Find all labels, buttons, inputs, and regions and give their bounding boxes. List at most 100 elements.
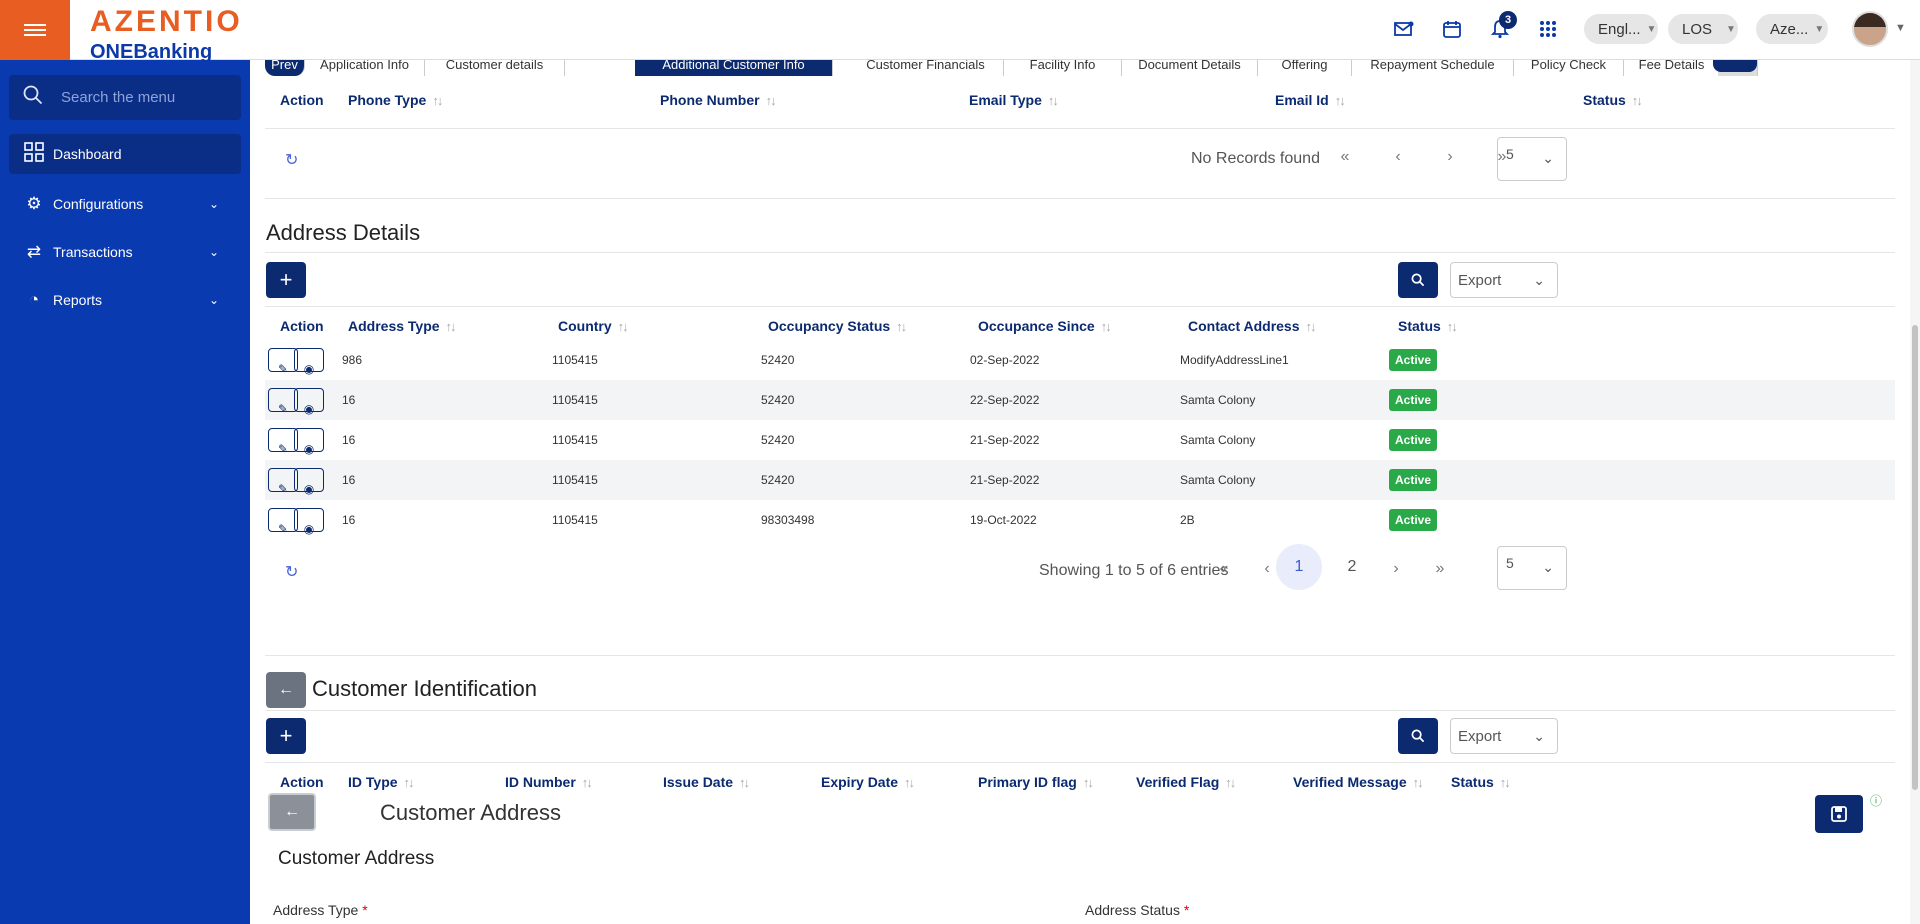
col-issue-date[interactable]: Issue Date ↑↓	[663, 774, 750, 790]
first-page-icon[interactable]: «	[1209, 560, 1239, 578]
tab-repayment-schedule[interactable]: Repayment Schedule	[1352, 60, 1514, 76]
identification-export-dropdown[interactable]: Export ⌄	[1450, 718, 1558, 754]
col-verified-flag[interactable]: Verified Flag ↑↓	[1136, 774, 1236, 790]
view-button[interactable]: ◉	[294, 468, 324, 496]
view-button[interactable]: ◉	[294, 428, 324, 456]
col-email-id[interactable]: Email Id ↑↓	[1275, 92, 1346, 108]
profile-chevron-icon[interactable]: ▼	[1895, 22, 1906, 34]
chevron-down-icon: ⌄	[208, 197, 219, 211]
entity-dropdown[interactable]: Aze... ▼	[1756, 14, 1828, 44]
panel-back-button[interactable]: ←	[268, 793, 316, 831]
col-email-type[interactable]: Email Type ↑↓	[969, 92, 1059, 108]
table-row: ✎ ◉ 16 1105415 52420 21-Sep-2022 Samta C…	[265, 420, 1895, 460]
sort-icon[interactable]: ↑↓	[766, 93, 777, 108]
refresh-icon[interactable]: ↻	[285, 150, 298, 170]
customer-address-section-title: Customer Address	[278, 848, 435, 869]
sort-icon[interactable]: ↑↓	[1225, 775, 1236, 790]
top-action-button[interactable]	[1713, 60, 1757, 72]
page-1-button[interactable]: 1	[1276, 544, 1322, 590]
view-button[interactable]: ◉	[294, 508, 324, 536]
sidebar-item-transactions[interactable]: ⇄ Transactions ⌄	[9, 232, 241, 272]
tab-application-info[interactable]: Application Info	[305, 60, 425, 76]
page-2-button[interactable]: 2	[1329, 544, 1375, 590]
arrow-left-icon: ←	[284, 803, 300, 820]
save-button[interactable]	[1815, 795, 1863, 833]
sort-icon[interactable]: ↑↓	[1083, 775, 1094, 790]
sort-icon[interactable]: ↑↓	[1335, 93, 1346, 108]
col-occupancy-status[interactable]: Occupancy Status ↑↓	[768, 318, 907, 334]
cell-address-type: 16	[342, 393, 356, 407]
refresh-icon[interactable]: ↻	[285, 562, 298, 582]
sort-icon[interactable]: ↑↓	[1447, 319, 1458, 334]
next-page-icon[interactable]: ›	[1381, 560, 1411, 578]
showing-entries-text: Showing 1 to 5 of 6 entries	[1039, 562, 1229, 579]
tab-document-details[interactable]: Document Details	[1122, 60, 1258, 76]
view-button[interactable]: ◉	[294, 348, 324, 376]
sort-icon[interactable]: ↑↓	[446, 319, 457, 334]
col-phone-type[interactable]: Phone Type ↑↓	[348, 92, 443, 108]
back-button[interactable]: ←	[266, 672, 306, 708]
sort-icon[interactable]: ↑↓	[582, 775, 593, 790]
module-dropdown[interactable]: LOS ▼	[1668, 14, 1738, 44]
scrollbar-thumb[interactable]	[1912, 325, 1918, 790]
next-page-icon[interactable]: ›	[1435, 148, 1465, 166]
sort-icon[interactable]: ↑↓	[1413, 775, 1424, 790]
sort-icon[interactable]: ↑↓	[1048, 93, 1059, 108]
prev-page-icon[interactable]: ‹	[1383, 148, 1413, 166]
col-verified-message[interactable]: Verified Message ↑↓	[1293, 774, 1424, 790]
last-page-icon[interactable]: »	[1425, 560, 1455, 578]
identification-search-button[interactable]	[1398, 718, 1438, 754]
calendar-icon[interactable]	[1437, 14, 1467, 44]
col-id-type[interactable]: ID Type ↑↓	[348, 774, 415, 790]
user-avatar[interactable]	[1852, 11, 1888, 47]
col-id-number[interactable]: ID Number ↑↓	[505, 774, 593, 790]
tab-customer-details[interactable]: Customer details	[425, 60, 565, 76]
col-contact-address[interactable]: Contact Address ↑↓	[1188, 318, 1317, 334]
sort-icon[interactable]: ↑↓	[404, 775, 415, 790]
tab-policy-check[interactable]: Policy Check	[1514, 60, 1624, 76]
page-size-select[interactable]: 5 ⌄	[1497, 137, 1567, 181]
sort-icon[interactable]: ↑↓	[739, 775, 750, 790]
view-button[interactable]: ◉	[294, 388, 324, 416]
col-address-type[interactable]: Address Type ↑↓	[348, 318, 457, 334]
col-primary-id-flag[interactable]: Primary ID flag ↑↓	[978, 774, 1094, 790]
sort-icon[interactable]: ↑↓	[1101, 319, 1112, 334]
col-phone-number[interactable]: Phone Number ↑↓	[660, 92, 777, 108]
sort-icon[interactable]: ↑↓	[432, 93, 443, 108]
menu-search-input[interactable]: Search the menu	[9, 75, 241, 120]
col-expiry-date[interactable]: Expiry Date ↑↓	[821, 774, 915, 790]
apps-grid-icon[interactable]	[1533, 14, 1563, 44]
sort-icon[interactable]: ↑↓	[904, 775, 915, 790]
address-search-button[interactable]	[1398, 262, 1438, 298]
tab-customer-financials[interactable]: Customer Financials	[848, 60, 1004, 76]
col-occupance-since[interactable]: Occupance Since ↑↓	[978, 318, 1112, 334]
address-export-dropdown[interactable]: Export ⌄	[1450, 262, 1558, 298]
hamburger-menu-button[interactable]	[0, 0, 70, 60]
tab-offering[interactable]: Offering	[1258, 60, 1352, 76]
sort-icon[interactable]: ↑↓	[1500, 775, 1511, 790]
col-status[interactable]: Status ↑↓	[1451, 774, 1511, 790]
language-dropdown[interactable]: Engl... ▼	[1584, 14, 1658, 44]
col-status[interactable]: Status ↑↓	[1583, 92, 1643, 108]
sort-icon[interactable]: ↑↓	[896, 319, 907, 334]
workflow-tab-strip: Prev Application Info Customer details A…	[250, 60, 1910, 78]
page-size-select[interactable]: 5 ⌄	[1497, 546, 1567, 590]
page-scrollbar[interactable]	[1910, 60, 1920, 924]
add-identification-button[interactable]: +	[266, 718, 306, 754]
col-status[interactable]: Status ↑↓	[1398, 318, 1458, 334]
tab-fee-details[interactable]: Fee Details	[1624, 60, 1720, 76]
tab-facility-info[interactable]: Facility Info	[1004, 60, 1122, 76]
first-page-icon[interactable]: «	[1330, 148, 1360, 166]
tab-additional-customer-info[interactable]: Additional Customer Info	[635, 60, 833, 76]
sidebar-item-reports[interactable]: ◔ Reports ⌄	[9, 280, 241, 320]
col-country[interactable]: Country ↑↓	[558, 318, 629, 334]
add-address-button[interactable]: +	[266, 262, 306, 298]
mail-icon[interactable]	[1389, 14, 1419, 44]
sidebar-item-dashboard[interactable]: Dashboard	[9, 134, 241, 174]
no-records-text: No Records found	[1191, 150, 1320, 167]
sort-icon[interactable]: ↑↓	[1306, 319, 1317, 334]
tab-prev[interactable]: Prev	[265, 60, 305, 76]
sidebar-item-configurations[interactable]: ⚙ Configurations ⌄	[9, 184, 241, 224]
sort-icon[interactable]: ↑↓	[618, 319, 629, 334]
sort-icon[interactable]: ↑↓	[1632, 93, 1643, 108]
